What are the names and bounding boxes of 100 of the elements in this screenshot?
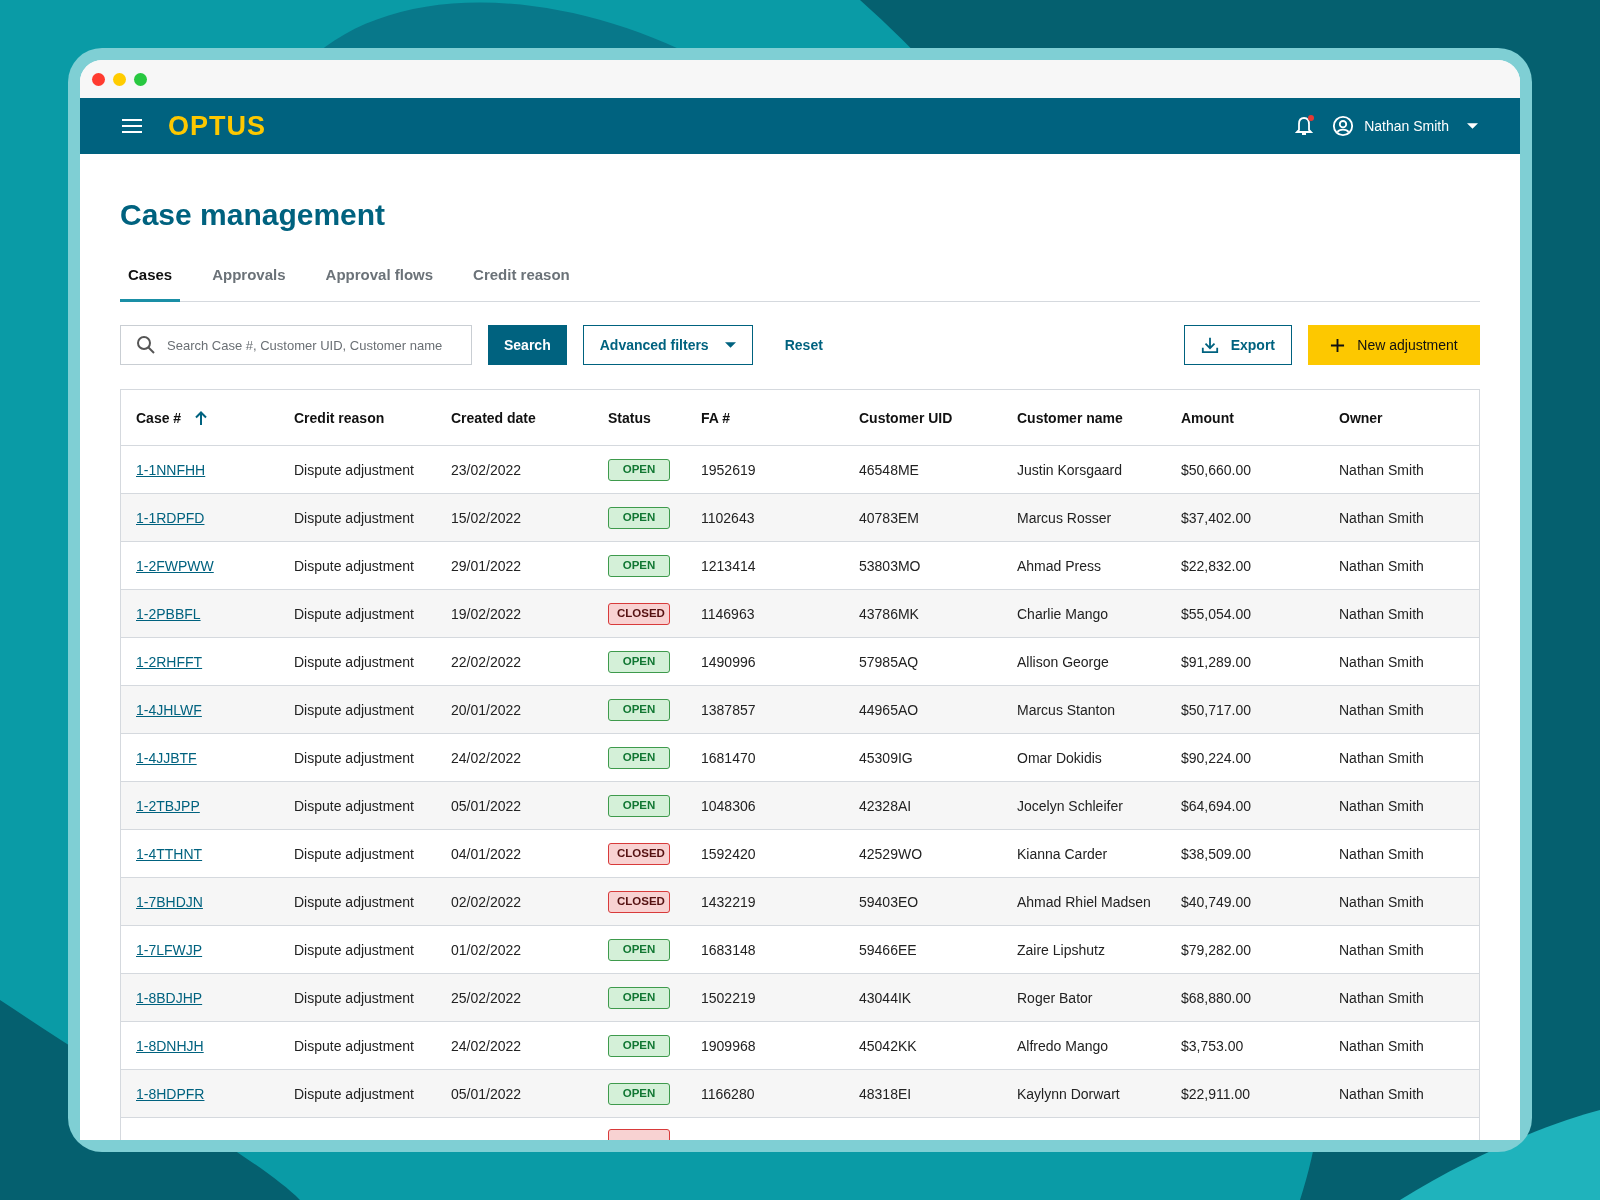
case-link[interactable]: 1-4JJBTF <box>136 749 197 766</box>
export-button[interactable]: Export <box>1183 325 1292 365</box>
table-cell: Kaylynn Dorwart <box>1017 1085 1120 1102</box>
table-cell: Nathan Smith <box>1339 605 1424 622</box>
table-cell: 1502219 <box>701 989 756 1006</box>
table-cell: 48318EI <box>859 1085 912 1102</box>
table-cell: Nathan Smith <box>1339 893 1424 910</box>
table-cell: Omar Dokidis <box>1017 749 1102 766</box>
column-header[interactable]: Status <box>608 409 651 426</box>
table-cell: Marcus Stanton <box>1017 701 1116 718</box>
tab[interactable]: Cases <box>120 258 181 302</box>
bell-icon[interactable] <box>1294 114 1317 138</box>
table-cell: 1952619 <box>701 461 756 478</box>
table-cell: Zaire Lipshutz <box>1017 941 1105 958</box>
table-cell: Charlie Mango <box>1017 605 1109 622</box>
table-cell: 1213414 <box>701 557 756 574</box>
table-cell: $79,282.00 <box>1181 941 1252 958</box>
sort-arrow-up-icon[interactable] <box>195 410 208 425</box>
case-link[interactable]: 1-4TTHNT <box>136 845 203 862</box>
table-cell: Ahmad Rhiel Madsen <box>1017 893 1151 910</box>
search-field[interactable]: Search Case #, Customer UID, Customer name <box>120 325 472 365</box>
search-button[interactable]: Search <box>488 325 567 365</box>
table-cell: Jocelyn Schleifer <box>1017 797 1123 814</box>
tab[interactable]: Credit reason <box>465 258 578 302</box>
column-header[interactable]: Owner <box>1339 409 1383 426</box>
table-cell: 1592420 <box>701 845 756 862</box>
case-link[interactable]: 1-8BDJHP <box>136 989 203 1006</box>
table-cell: 01/02/2022 <box>451 941 522 958</box>
table-cell: 45309IG <box>859 749 913 766</box>
user-name[interactable]: Nathan Smith <box>1364 118 1449 134</box>
page-title: Case management <box>120 198 387 233</box>
case-link[interactable]: 1-4JHLWF <box>136 701 202 718</box>
table-cell: Kianna Carder <box>1017 845 1108 862</box>
table-cell: 59466EE <box>859 941 917 958</box>
advanced-filters-button[interactable]: Advanced filters <box>582 325 753 365</box>
table-cell: 1146963 <box>701 605 755 622</box>
table-cell: $37,402.00 <box>1181 509 1252 526</box>
table-cell: $3,753.00 <box>1181 1037 1244 1054</box>
table-cell: 42529WO <box>859 845 923 862</box>
status-badge: OPEN <box>608 458 670 481</box>
status-badge: CLOSED <box>608 890 670 913</box>
table-cell: Dispute adjustment <box>294 1037 414 1054</box>
case-link[interactable]: 1-2FWPWW <box>136 557 214 574</box>
caret-icon[interactable] <box>1467 123 1478 129</box>
case-link[interactable]: 1-8DNHJH <box>136 1037 204 1054</box>
table-cell: 05/01/2022 <box>451 1085 522 1102</box>
column-header[interactable]: Case # <box>136 409 182 426</box>
case-link[interactable]: 1-1RDPFD <box>136 509 205 526</box>
table-cell: Nathan Smith <box>1339 749 1424 766</box>
status-badge: OPEN <box>608 794 670 817</box>
table-cell: 1432219 <box>701 893 756 910</box>
case-link[interactable]: 1-7BHDJN <box>136 893 203 910</box>
case-link[interactable]: 1-2RHFFT <box>136 653 203 670</box>
column-header[interactable]: Created date <box>451 409 536 426</box>
table-cell: $40,749.00 <box>1181 893 1252 910</box>
table-cell: Nathan Smith <box>1339 509 1424 526</box>
table-cell: 1048306 <box>701 797 756 814</box>
column-header[interactable]: Amount <box>1181 409 1234 426</box>
column-header[interactable]: Credit reason <box>294 409 385 426</box>
column-header[interactable]: Customer name <box>1017 409 1123 426</box>
column-header[interactable]: Customer UID <box>859 409 953 426</box>
caret-icon <box>724 342 736 348</box>
reset-link[interactable]: Reset <box>768 337 839 353</box>
case-link[interactable]: 1-1NNFHH <box>136 461 206 478</box>
window-control-button[interactable] <box>92 72 105 86</box>
table-cell: 1166280 <box>701 1085 755 1102</box>
case-link[interactable]: 1-8HDPFR <box>136 1085 205 1102</box>
status-badge: OPEN <box>608 650 670 673</box>
table-cell: 1681470 <box>701 749 756 766</box>
user-icon[interactable] <box>1332 115 1355 137</box>
status-badge: OPEN <box>608 506 670 529</box>
column-header[interactable]: FA # <box>701 409 731 426</box>
table-cell: 57985AQ <box>859 653 919 670</box>
table-cell: Marcus Rosser <box>1017 509 1112 526</box>
logo[interactable]: OPTUS <box>168 110 266 142</box>
table-cell: Dispute adjustment <box>294 653 414 670</box>
table-cell: Ahmad Press <box>1017 557 1102 574</box>
case-link[interactable]: 1-2PBBFL <box>136 605 201 622</box>
status-badge: OPEN <box>608 1034 670 1057</box>
tab[interactable]: Approvals <box>204 258 294 302</box>
table-cell: 44965AO <box>859 701 919 718</box>
status-badge: CLOSED <box>608 602 670 625</box>
table-cell: $38,509.00 <box>1181 845 1252 862</box>
case-link[interactable]: 1-2TBJPP <box>136 797 200 814</box>
table-cell: $50,660.00 <box>1181 461 1252 478</box>
table-cell: Dispute adjustment <box>294 845 414 862</box>
tab[interactable]: Approval flows <box>317 258 442 302</box>
case-link[interactable]: 1-7LFWJP <box>136 941 203 958</box>
table-cell: $22,832.00 <box>1181 557 1252 574</box>
table-cell: Nathan Smith <box>1339 461 1424 478</box>
table-cell: 24/02/2022 <box>451 1037 522 1054</box>
table-cell: 1387857 <box>701 701 756 718</box>
table-cell: Dispute adjustment <box>294 797 414 814</box>
table-cell: 05/01/2022 <box>451 797 522 814</box>
table-cell: Alfredo Mango <box>1017 1037 1109 1054</box>
table-cell: $55,054.00 <box>1181 605 1252 622</box>
new-adjustment-button[interactable]: New adjustment <box>1308 325 1480 365</box>
menu-icon[interactable] <box>122 119 142 133</box>
table-cell: Nathan Smith <box>1339 557 1424 574</box>
table-cell: 19/02/2022 <box>451 605 522 622</box>
